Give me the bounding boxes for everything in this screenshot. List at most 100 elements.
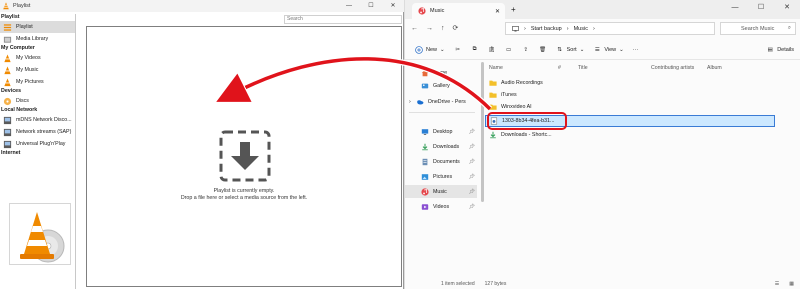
sidebar-item-universal-plug-n-play[interactable]: Universal Plug'n'Play — [0, 138, 75, 150]
disc-icon — [3, 97, 12, 106]
sidebar-category: Devices — [1, 88, 22, 94]
nav-item-pictures[interactable]: Pictures 📌︎ — [405, 170, 477, 183]
file-row[interactable]: Audio Recordings — [485, 77, 775, 88]
expand-chevron-icon[interactable]: › — [409, 99, 411, 105]
sort-button[interactable]: ⇅ Sort ⌄ — [556, 46, 585, 54]
nav-item-home[interactable]: Home — [405, 66, 477, 79]
nav-item-label: Videos — [433, 203, 450, 210]
list-view-icon[interactable]: ☰ — [775, 281, 779, 287]
home-icon — [421, 69, 429, 77]
explorer-minimize-button[interactable]: — — [722, 0, 748, 16]
tiles-view-icon[interactable]: ▦ — [789, 281, 794, 287]
tab-music[interactable]: Music ✕ — [412, 3, 505, 19]
sidebar-item-media-library[interactable]: Media Library — [0, 33, 75, 45]
pictures-icon — [3, 77, 12, 87]
folder-icon — [489, 79, 497, 87]
navigation-scrollbar[interactable] — [481, 62, 484, 202]
breadcrumb-sep-icon: › — [524, 25, 526, 32]
column-header-artists[interactable]: Contributing artists — [651, 65, 707, 71]
folder-icon — [489, 103, 497, 111]
new-button[interactable]: New ⌄ — [415, 45, 445, 54]
more-options-button[interactable]: ··· — [633, 47, 639, 53]
selected-file-highlight — [487, 112, 567, 130]
details-pane-icon: ▤ — [767, 46, 773, 53]
pin-icon: 📌︎ — [468, 143, 475, 150]
vlc-window-title: Playlist — [13, 3, 31, 9]
sidebar-item-label: Media Library — [16, 36, 49, 42]
playlist-icon — [3, 23, 12, 32]
breadcrumb-music[interactable]: Music — [574, 26, 588, 32]
up-arrow-icon[interactable]: ↑ — [441, 25, 445, 32]
nav-item-onedrive-pers[interactable]: › OneDrive - Pers — [405, 95, 477, 108]
chevron-down-icon: ⌄ — [579, 46, 585, 53]
refresh-icon[interactable]: ⟳ — [453, 24, 459, 32]
maximize-button[interactable]: ☐ — [360, 0, 382, 12]
sidebar-item-my-music[interactable]: My Music — [0, 64, 75, 76]
sidebar-item-my-pictures[interactable]: My Pictures — [0, 76, 75, 88]
nav-item-documents[interactable]: Documents 📌︎ — [405, 155, 477, 168]
sidebar-item-network-streams-sap[interactable]: Network streams (SAP) — [0, 126, 75, 138]
paste-button[interactable]: 📋︎ — [488, 46, 496, 54]
sidebar-item-mdns-network-disco[interactable]: mDNS Network Disco... — [0, 114, 75, 126]
breadcrumb-sep-icon: › — [566, 25, 569, 32]
column-header-name[interactable]: Name — [485, 65, 558, 71]
file-row[interactable]: iTunes — [485, 89, 775, 100]
pin-icon: 📌︎ — [468, 173, 475, 180]
vlc-window: Playlist — ☐ ✕ Playlist Playlist Media Lib… — [0, 0, 404, 289]
pictures-icon — [421, 173, 429, 181]
nav-item-label: Music — [433, 188, 447, 195]
column-header-row: Name # Title Contributing artists Album — [485, 62, 785, 74]
close-tab-icon[interactable]: ✕ — [495, 8, 500, 15]
shortcut-icon — [489, 131, 497, 139]
sidebar-item-label: Network streams (SAP) — [16, 129, 72, 135]
details-button[interactable]: ▤ Details — [766, 46, 794, 54]
music-folder-icon — [418, 7, 426, 15]
pin-icon: 📌︎ — [468, 188, 475, 195]
view-icon: ☰ — [594, 46, 600, 53]
details-label: Details — [777, 46, 794, 53]
status-bar: 1 item selected 127 bytes ☰ ▦ — [405, 278, 800, 289]
network-icon — [3, 128, 12, 137]
column-header-number[interactable]: # — [558, 65, 578, 71]
nav-item-downloads[interactable]: Downloads 📌︎ — [405, 140, 477, 153]
close-button[interactable]: ✕ — [382, 0, 404, 12]
status-selection-count: 1 item selected — [441, 280, 475, 287]
explorer-close-button[interactable]: ✕ — [774, 0, 800, 16]
column-header-album[interactable]: Album — [707, 65, 722, 71]
rename-button[interactable]: ▭ — [505, 46, 513, 54]
column-header-title[interactable]: Title — [578, 65, 651, 71]
file-row[interactable]: Winxvideo AI — [485, 101, 775, 112]
nav-item-label: Downloads — [433, 143, 460, 150]
nav-item-label: Desktop — [433, 128, 453, 135]
explorer-maximize-button[interactable]: ☐ — [748, 0, 774, 16]
address-bar[interactable]: › Start backup › Music › — [505, 22, 715, 35]
music-icon — [421, 187, 429, 196]
share-button[interactable]: ⇪ — [522, 46, 530, 54]
status-size: 127 bytes — [484, 280, 507, 287]
sidebar-item-discs[interactable]: Discs — [0, 95, 75, 107]
vlc-search-input[interactable]: Search — [284, 15, 402, 24]
trash-icon: 🗑︎ — [539, 46, 547, 53]
pin-icon: 📌︎ — [468, 203, 475, 210]
onedrive-icon — [416, 98, 424, 106]
sidebar-item-playlist[interactable]: Playlist — [0, 21, 75, 33]
cut-button[interactable]: ✂ — [454, 46, 462, 54]
back-arrow-icon[interactable]: ← — [411, 25, 418, 32]
explorer-search-input[interactable]: Search Music ⌕ — [720, 22, 796, 35]
minimize-button[interactable]: — — [338, 0, 360, 12]
nav-item-desktop[interactable]: Desktop 📌︎ — [405, 125, 477, 138]
forward-arrow-icon[interactable]: → — [426, 25, 433, 32]
delete-button[interactable]: 🗑︎ — [539, 46, 547, 54]
nav-item-music[interactable]: Music 📌︎ — [405, 185, 477, 198]
file-row[interactable]: Downloads - Shortc... — [485, 129, 775, 140]
nav-item-videos[interactable]: Videos 📌︎ — [405, 200, 477, 213]
copy-button[interactable]: ⧉ — [471, 46, 479, 54]
sidebar-item-label: Discs — [16, 98, 29, 104]
command-bar: New ⌄ ✂ ⧉ 📋︎ ▭ ⇪ 🗑︎ ⇅ Sort ⌄ ☰ View ⌄ ··… — [405, 40, 800, 60]
breadcrumb-start-backup[interactable]: Start backup — [531, 26, 562, 32]
new-tab-icon[interactable]: + — [511, 5, 516, 14]
nav-item-label: Gallery — [433, 82, 450, 89]
nav-item-gallery[interactable]: Gallery — [405, 79, 477, 92]
view-button[interactable]: ☰ View ⌄ — [593, 46, 624, 54]
sidebar-item-my-videos[interactable]: My Videos — [0, 52, 75, 64]
